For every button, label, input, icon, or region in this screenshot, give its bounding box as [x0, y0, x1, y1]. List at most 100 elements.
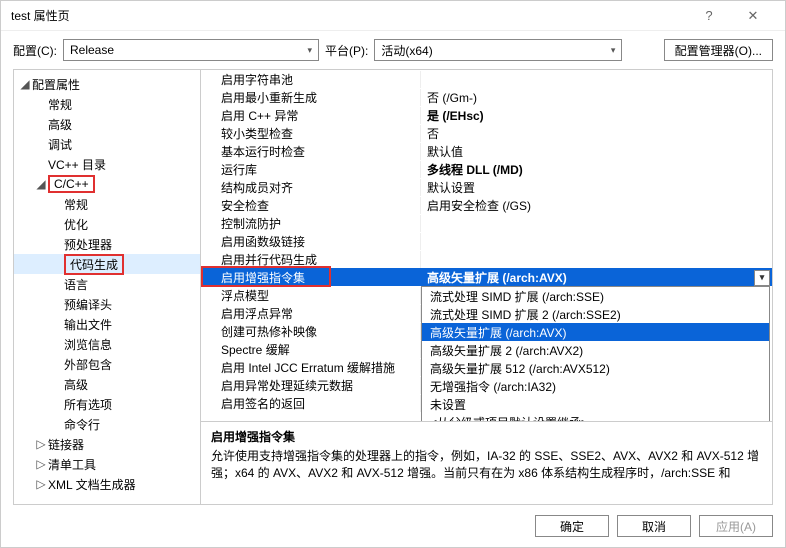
body: ◢配置属性常规高级调试VC++ 目录◢C/C++常规优化预处理器代码生成语言预编… — [13, 69, 773, 505]
tree-item[interactable]: VC++ 目录 — [14, 154, 200, 174]
property-value[interactable]: 默认值 — [421, 143, 772, 160]
dropdown-option[interactable]: 流式处理 SIMD 扩展 2 (/arch:SSE2) — [422, 305, 769, 323]
titlebar: test 属性页 ? ✕ — [1, 1, 785, 31]
dropdown-option[interactable]: 流式处理 SIMD 扩展 (/arch:SSE) — [422, 287, 769, 305]
property-row[interactable]: 启用增强指令集高级矢量扩展 (/arch:AVX)▾ — [201, 268, 772, 286]
property-row[interactable]: 较小类型检查否 — [201, 124, 772, 142]
footer: 确定 取消 应用(A) — [1, 505, 785, 547]
tree-item[interactable]: 所有选项 — [14, 394, 200, 414]
property-label: 浮点模型 — [201, 287, 421, 304]
ok-button[interactable]: 确定 — [535, 515, 609, 537]
config-combo[interactable]: Release ▾ — [63, 39, 319, 61]
property-value[interactable]: 高级矢量扩展 (/arch:AVX)▾ — [421, 269, 772, 286]
property-label: 运行库 — [201, 161, 421, 178]
property-row[interactable]: 启用字符串池 — [201, 70, 772, 88]
platform-value: 活动(x64) — [381, 42, 432, 59]
tree-item[interactable]: 预编译头 — [14, 294, 200, 314]
tree-item-label: 高级 — [48, 116, 72, 133]
tree-item[interactable]: ▷链接器 — [14, 434, 200, 454]
tree-item-label: 常规 — [64, 196, 88, 213]
chevron-down-icon[interactable]: ▾ — [754, 270, 770, 286]
apply-button[interactable]: 应用(A) — [699, 515, 773, 537]
tree-item-label: 预处理器 — [64, 236, 112, 253]
tree-item[interactable]: 高级 — [14, 374, 200, 394]
tree-item[interactable]: 命令行 — [14, 414, 200, 434]
property-panel: 启用字符串池启用最小重新生成否 (/Gm-)启用 C++ 异常是 (/EHsc)… — [201, 70, 773, 505]
tree-item[interactable]: 外部包含 — [14, 354, 200, 374]
tree-item[interactable]: 优化 — [14, 214, 200, 234]
property-row[interactable]: 启用并行代码生成 — [201, 250, 772, 268]
tree-item-label: XML 文档生成器 — [48, 476, 136, 493]
dropdown-option[interactable]: <从父级或项目默认设置继承> — [422, 413, 769, 422]
tree-item-label: 清单工具 — [48, 456, 96, 473]
property-row[interactable]: 控制流防护 — [201, 214, 772, 232]
tree-item[interactable]: ▷XML 文档生成器 — [14, 474, 200, 494]
tree-item-label: 输出文件 — [64, 316, 112, 333]
tree-item-label: 所有选项 — [64, 396, 112, 413]
property-grid[interactable]: 启用字符串池启用最小重新生成否 (/Gm-)启用 C++ 异常是 (/EHsc)… — [201, 70, 772, 422]
property-label: 启用增强指令集 — [201, 269, 421, 286]
dropdown-option[interactable]: 未设置 — [422, 395, 769, 413]
tree-item[interactable]: 浏览信息 — [14, 334, 200, 354]
platform-combo[interactable]: 活动(x64) ▾ — [374, 39, 622, 61]
dropdown-list[interactable]: 流式处理 SIMD 扩展 (/arch:SSE)流式处理 SIMD 扩展 2 (… — [421, 286, 770, 422]
property-row[interactable]: 结构成员对齐默认设置 — [201, 178, 772, 196]
tree-item[interactable]: ◢C/C++ — [14, 174, 200, 194]
tree-item[interactable]: 输出文件 — [14, 314, 200, 334]
tree-item[interactable]: 代码生成 — [14, 254, 200, 274]
property-label: 较小类型检查 — [201, 125, 421, 142]
property-label: 启用 C++ 异常 — [201, 107, 421, 124]
twist-icon: ◢ — [18, 77, 32, 91]
property-label: Spectre 缓解 — [201, 341, 421, 358]
tree-item[interactable]: 常规 — [14, 194, 200, 214]
tree-item-label: C/C++ — [48, 175, 95, 193]
property-label: 控制流防护 — [201, 215, 421, 232]
property-row[interactable]: 基本运行时检查默认值 — [201, 142, 772, 160]
twist-icon: ▷ — [34, 437, 48, 451]
tree-item[interactable]: 常规 — [14, 94, 200, 114]
platform-label: 平台(P): — [325, 42, 368, 59]
window-title: test 属性页 — [11, 7, 687, 24]
property-value[interactable]: 多线程 DLL (/MD) — [421, 161, 772, 178]
property-row[interactable]: 安全检查启用安全检查 (/GS) — [201, 196, 772, 214]
property-label: 结构成员对齐 — [201, 179, 421, 196]
tree-item[interactable]: 高级 — [14, 114, 200, 134]
property-label: 启用最小重新生成 — [201, 89, 421, 106]
twist-icon: ▷ — [34, 457, 48, 471]
tree-item[interactable]: 调试 — [14, 134, 200, 154]
tree-item[interactable]: ▷清单工具 — [14, 454, 200, 474]
description-panel: 启用增强指令集 允许使用支持增强指令集的处理器上的指令，例如，IA-32 的 S… — [201, 422, 772, 504]
property-label: 启用异常处理延续元数据 — [201, 377, 421, 394]
cancel-button[interactable]: 取消 — [617, 515, 691, 537]
toolbar: 配置(C): Release ▾ 平台(P): 活动(x64) ▾ 配置管理器(… — [1, 31, 785, 69]
property-value[interactable]: 默认设置 — [421, 179, 772, 196]
dropdown-option[interactable]: 高级矢量扩展 (/arch:AVX) — [422, 323, 769, 341]
property-row[interactable]: 启用函数级链接 — [201, 232, 772, 250]
tree-item[interactable]: 预处理器 — [14, 234, 200, 254]
property-value[interactable]: 启用安全检查 (/GS) — [421, 197, 772, 214]
dropdown-option[interactable]: 高级矢量扩展 2 (/arch:AVX2) — [422, 341, 769, 359]
property-value[interactable]: 是 (/EHsc) — [421, 107, 772, 124]
config-manager-button[interactable]: 配置管理器(O)... — [664, 39, 773, 61]
tree-item[interactable]: ◢配置属性 — [14, 74, 200, 94]
dialog: test 属性页 ? ✕ 配置(C): Release ▾ 平台(P): 活动(… — [0, 0, 786, 548]
dropdown-option[interactable]: 高级矢量扩展 512 (/arch:AVX512) — [422, 359, 769, 377]
tree-item-label: 链接器 — [48, 436, 84, 453]
property-label: 安全检查 — [201, 197, 421, 214]
property-label: 基本运行时检查 — [201, 143, 421, 160]
tree-view[interactable]: ◢配置属性常规高级调试VC++ 目录◢C/C++常规优化预处理器代码生成语言预编… — [13, 70, 201, 505]
close-button[interactable]: ✕ — [731, 8, 775, 24]
property-row[interactable]: 启用最小重新生成否 (/Gm-) — [201, 88, 772, 106]
tree-item-label: 语言 — [64, 276, 88, 293]
property-value[interactable]: 否 — [421, 125, 772, 142]
property-label: 启用 Intel JCC Erratum 缓解措施 — [201, 359, 421, 376]
property-row[interactable]: 运行库多线程 DLL (/MD) — [201, 160, 772, 178]
property-row[interactable]: 启用 C++ 异常是 (/EHsc) — [201, 106, 772, 124]
property-label: 启用函数级链接 — [201, 233, 421, 250]
dropdown-option[interactable]: 无增强指令 (/arch:IA32) — [422, 377, 769, 395]
property-label: 创建可热修补映像 — [201, 323, 421, 340]
tree-item[interactable]: 语言 — [14, 274, 200, 294]
property-value[interactable]: 否 (/Gm-) — [421, 89, 772, 106]
help-button[interactable]: ? — [687, 8, 731, 23]
tree-item-label: 浏览信息 — [64, 336, 112, 353]
